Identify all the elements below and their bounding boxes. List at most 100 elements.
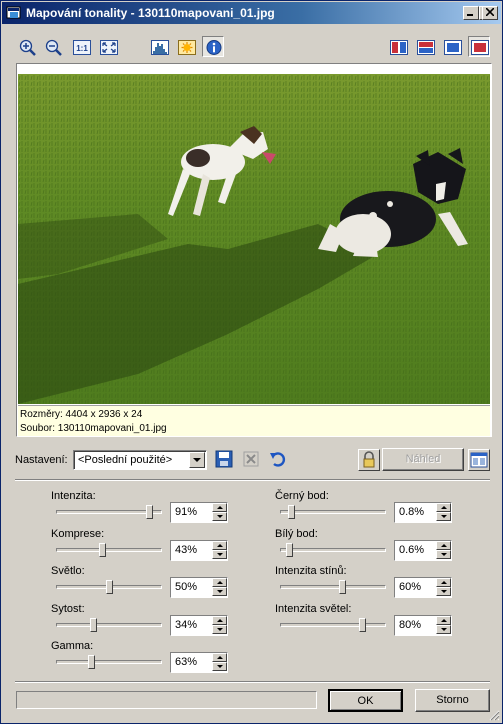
value-spinbox[interactable]: 50% xyxy=(170,577,228,598)
split-horizontal-view-button[interactable] xyxy=(414,36,436,57)
slider-thumb[interactable] xyxy=(88,655,95,669)
spinbox-value[interactable]: 50% xyxy=(175,581,197,593)
slider-track[interactable] xyxy=(56,660,162,664)
value-spinbox[interactable]: 91% xyxy=(170,502,228,523)
lighting-button[interactable] xyxy=(175,36,197,57)
lock-button[interactable] xyxy=(358,449,380,471)
info-icon xyxy=(206,40,222,55)
spinbox-value[interactable]: 60% xyxy=(399,581,421,593)
spin-down-button[interactable] xyxy=(436,550,451,559)
spin-down-button[interactable] xyxy=(436,587,451,596)
slider-track[interactable] xyxy=(280,585,386,589)
spin-up-button[interactable] xyxy=(436,541,451,550)
slider-thumb[interactable] xyxy=(339,580,346,594)
slider-track[interactable] xyxy=(280,623,386,627)
value-spinbox[interactable]: 80% xyxy=(394,615,452,636)
spin-down-button[interactable] xyxy=(212,587,227,596)
spin-down-button[interactable] xyxy=(212,662,227,671)
app-icon xyxy=(6,6,21,19)
spin-up-button[interactable] xyxy=(436,578,451,587)
preview-image[interactable] xyxy=(18,74,490,404)
slider-label: Intenzita světel: xyxy=(275,603,352,615)
slider-track[interactable] xyxy=(56,548,162,552)
spin-down-button[interactable] xyxy=(436,512,451,521)
fit-window-button[interactable] xyxy=(97,36,119,57)
ok-button[interactable]: OK xyxy=(328,689,403,712)
spin-down-button[interactable] xyxy=(212,625,227,634)
value-spinbox[interactable]: 63% xyxy=(170,652,228,673)
spin-down-button[interactable] xyxy=(436,625,451,634)
slider-thumb[interactable] xyxy=(106,580,113,594)
spin-up-button[interactable] xyxy=(212,653,227,662)
resize-grip-icon[interactable] xyxy=(488,709,500,721)
spinbox-value[interactable]: 80% xyxy=(399,619,421,631)
value-spinbox[interactable]: 0.6% xyxy=(394,540,452,561)
minimize-icon xyxy=(467,14,473,16)
split-vertical-view-button[interactable] xyxy=(387,36,409,57)
spin-down-button[interactable] xyxy=(212,550,227,559)
slider-thumb[interactable] xyxy=(99,543,106,557)
slider-track[interactable] xyxy=(280,548,386,552)
slider-label: Sytost: xyxy=(51,603,85,615)
value-spinbox[interactable]: 60% xyxy=(394,577,452,598)
spin-up-button[interactable] xyxy=(436,616,451,625)
spin-up-button[interactable] xyxy=(212,578,227,587)
slider-label: Intenzita: xyxy=(51,490,96,502)
single-view-icon xyxy=(444,40,462,55)
spinbox-value[interactable]: 43% xyxy=(175,544,197,556)
settings-preset-value: <Poslední použité> xyxy=(78,454,173,466)
lock-icon xyxy=(363,451,375,468)
chevron-down-icon[interactable] xyxy=(189,452,205,468)
slider-thumb[interactable] xyxy=(286,543,293,557)
value-spinbox[interactable]: 34% xyxy=(170,615,228,636)
value-spinbox[interactable]: 43% xyxy=(170,540,228,561)
spinbox-value[interactable]: 0.6% xyxy=(399,544,424,556)
slider-thumb[interactable] xyxy=(359,618,366,632)
save-preset-button[interactable] xyxy=(214,449,236,471)
zoom-in-button[interactable] xyxy=(16,36,38,57)
window-title: Mapování tonality - 130110mapovani_01.jp… xyxy=(26,6,275,20)
actual-size-icon: 1:1 xyxy=(73,40,91,55)
slider-label: Bílý bod: xyxy=(275,528,318,540)
split-horizontal-icon xyxy=(417,40,435,55)
svg-text:1:1: 1:1 xyxy=(76,44,88,53)
spinbox-value[interactable]: 91% xyxy=(175,506,197,518)
spinbox-value[interactable]: 63% xyxy=(175,656,197,668)
slider-thumb[interactable] xyxy=(146,505,153,519)
spin-up-button[interactable] xyxy=(212,541,227,550)
slider-label: Gamma: xyxy=(51,640,94,652)
info-button[interactable] xyxy=(202,36,224,57)
minimize-button[interactable] xyxy=(463,6,479,20)
delete-preset-button[interactable] xyxy=(241,449,263,471)
spin-up-button[interactable] xyxy=(436,503,451,512)
spin-up-button[interactable] xyxy=(212,616,227,625)
zoom-out-button[interactable] xyxy=(42,36,64,57)
value-spinbox[interactable]: 0.8% xyxy=(394,502,452,523)
spinbox-value[interactable]: 34% xyxy=(175,619,197,631)
lighting-icon xyxy=(178,40,196,55)
spinbox-value[interactable]: 0.8% xyxy=(399,506,424,518)
single-view-button[interactable] xyxy=(441,36,463,57)
layout-icon xyxy=(470,452,488,468)
slider-label: Světlo: xyxy=(51,565,85,577)
fit-window-icon xyxy=(100,40,118,55)
title-bar[interactable]: Mapování tonality - 130110mapovani_01.jp… xyxy=(2,2,501,24)
layout-toggle-button[interactable] xyxy=(468,449,490,471)
preview-button[interactable]: Náhled xyxy=(382,448,464,471)
zoom-in-icon xyxy=(19,39,36,56)
actual-size-button[interactable]: 1:1 xyxy=(70,36,92,57)
spin-up-button[interactable] xyxy=(212,503,227,512)
slider-thumb[interactable] xyxy=(288,505,295,519)
undo-button[interactable] xyxy=(268,449,290,471)
original-view-button[interactable] xyxy=(468,36,490,57)
slider-thumb[interactable] xyxy=(90,618,97,632)
cancel-button[interactable]: Storno xyxy=(415,689,490,712)
slider-track[interactable] xyxy=(280,510,386,514)
close-button[interactable] xyxy=(482,6,498,20)
slider-track[interactable] xyxy=(56,623,162,627)
image-preview-panel[interactable]: Rozměry: 4404 x 2936 x 24 Soubor: 130110… xyxy=(16,63,492,437)
histogram-button[interactable] xyxy=(148,36,170,57)
settings-preset-dropdown[interactable]: <Poslední použité> xyxy=(73,450,207,470)
spin-down-button[interactable] xyxy=(212,512,227,521)
histogram-icon xyxy=(151,40,169,55)
